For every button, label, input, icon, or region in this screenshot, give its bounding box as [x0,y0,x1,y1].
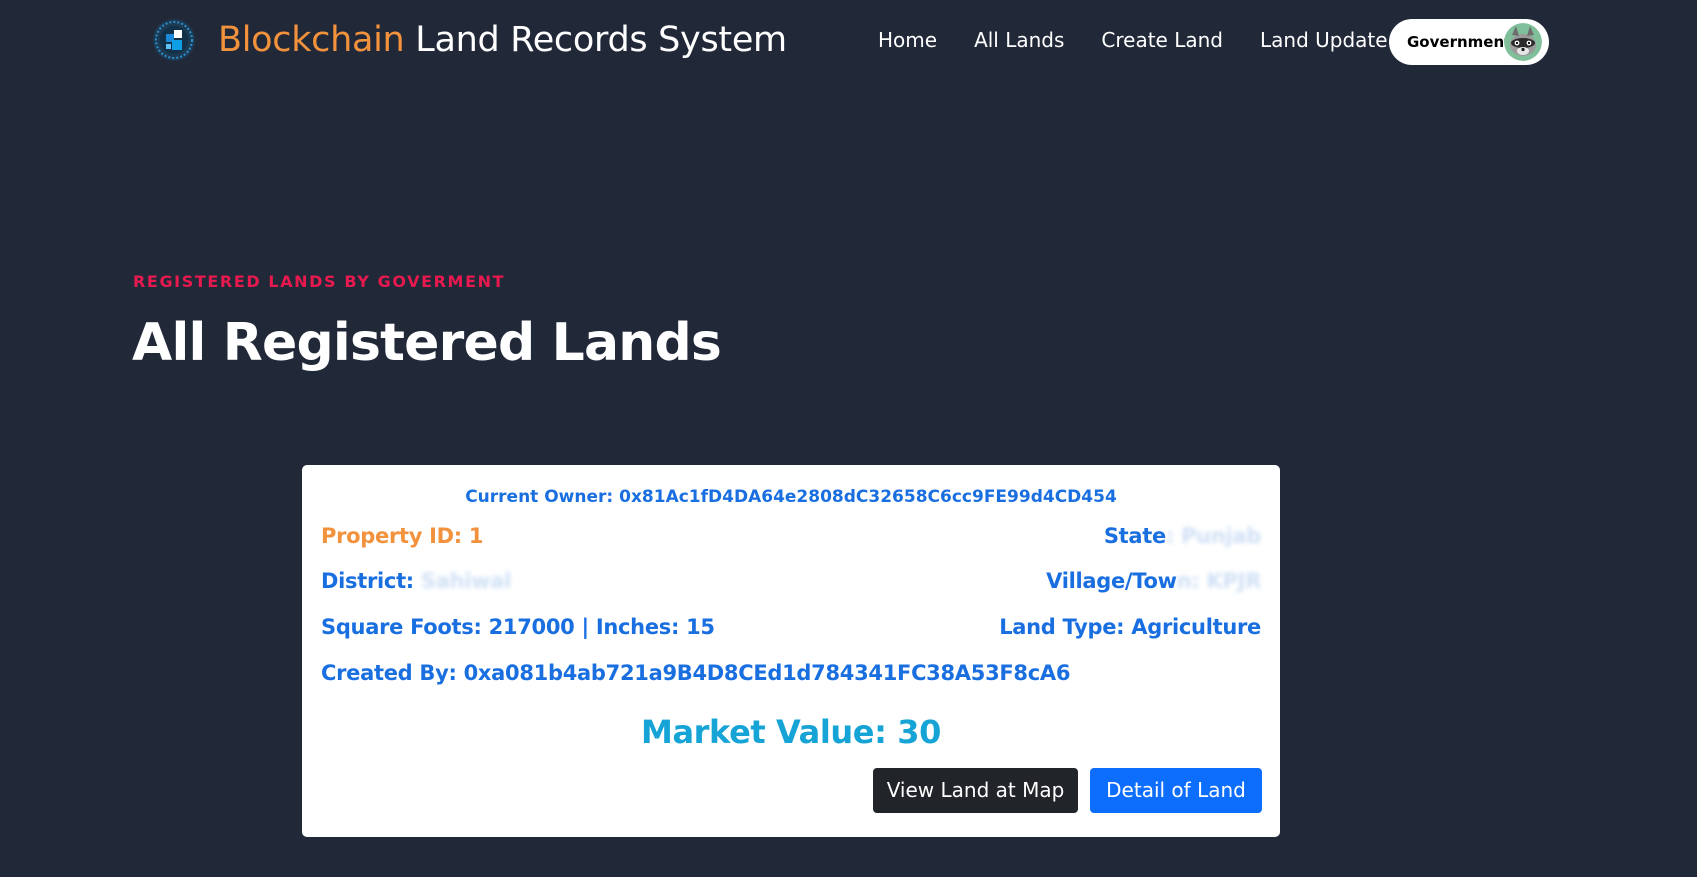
village-label: Village/Tow [1046,569,1177,593]
card-row-created-by: Created By: 0xa081b4ab721a9B4D8CEd1d7843… [321,661,1261,685]
created-by-address: 0xa081b4ab721a9B4D8CEd1d784341FC38A53F8c… [463,661,1071,685]
inches-label: | Inches: [574,615,687,639]
brand-title-accent: Blockchain [218,20,405,60]
brand-title: Blockchain Land Records System [218,18,787,62]
card-row-area-type: Square Foots: 217000 | Inches: 15 Land T… [321,615,1261,639]
area-value: 217000 [488,615,575,639]
card-row-district-village: District: Sahiwal Village/Town: KPJR [321,569,1261,593]
nav-all-lands[interactable]: All Lands [974,24,1064,56]
view-land-at-map-button[interactable]: View Land at Map [873,768,1078,813]
current-owner: Current Owner: 0x81Ac1fD4DA64e2808dC3265… [302,487,1280,507]
card-row-id-state: Property ID: 1 State: Punjab [321,524,1261,548]
area-field: Square Foots: 217000 | Inches: 15 [321,615,715,639]
state-label: State [1103,524,1166,548]
district-label: District: [321,569,421,593]
section-eyebrow: REGISTERED LANDS BY GOVERMENT [133,272,506,291]
brand-link[interactable]: Blockchain Land Records System [152,18,787,62]
nav-create-land[interactable]: Create Land [1101,24,1223,56]
raccoon-avatar-icon [1504,23,1542,61]
land-card: Current Owner: 0x81Ac1fD4DA64e2808dC3265… [302,465,1280,837]
market-value-label: Market Value: [641,713,898,751]
state-value: : Punjab [1165,524,1261,548]
district-value: Sahiwal [420,569,512,593]
land-type-label: Land Type: [999,615,1132,639]
page-title: All Registered Lands [132,313,722,373]
inches-value: 15 [686,615,715,639]
market-value-amount: 30 [897,713,941,751]
nav-home[interactable]: Home [878,24,937,56]
brand-title-rest: Land Records System [404,20,787,60]
property-id-value: 1 [468,524,484,548]
current-owner-label: Current Owner: [465,487,620,507]
district-field: District: Sahiwal [321,569,511,593]
created-by-label: Created By: [321,661,464,685]
state-field: State: Punjab [1104,524,1261,548]
area-label: Square Foots: [321,615,489,639]
detail-of-land-button[interactable]: Detail of Land [1090,768,1262,813]
created-by: Created By: 0xa081b4ab721a9B4D8CEd1d7843… [321,661,1070,685]
current-owner-address: 0x81Ac1fD4DA64e2808dC32658C6cc9FE99d4CD4… [619,487,1117,507]
nav-links: Home All Lands Create Land Land Update [878,24,1388,56]
market-value: Market Value: 30 [302,713,1280,751]
navbar: Blockchain Land Records System Home All … [0,0,1697,84]
account-button[interactable]: Government [1389,19,1549,65]
property-id-label: Property ID: [321,524,469,548]
nav-land-update[interactable]: Land Update [1260,24,1388,56]
account-name: Government [1407,33,1512,51]
village-field: Village/Town: KPJR [1046,569,1261,593]
globe-blockchain-icon [153,19,195,61]
property-id: Property ID: 1 [321,524,484,548]
land-type-value: Agriculture [1131,615,1261,639]
village-value: n: KPJR [1176,569,1262,593]
land-type-field: Land Type: Agriculture [999,615,1261,639]
